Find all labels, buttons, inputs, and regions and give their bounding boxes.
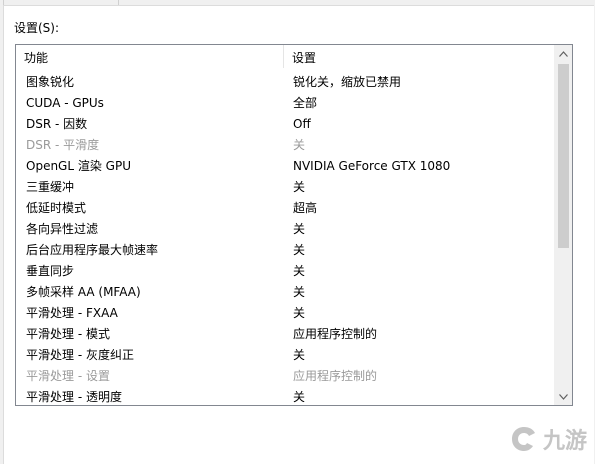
setting-feature: 平滑处理 - FXAA: [26, 306, 118, 320]
setting-value: 关: [293, 264, 306, 278]
scrollbar-thumb[interactable]: [558, 64, 569, 248]
setting-feature: 图象锐化: [26, 75, 75, 89]
settings-list[interactable]: 功能 设置 图象锐化 锐化关，缩放已禁用 CUDA - GPUs 全部 DSR …: [15, 44, 573, 406]
setting-feature: DSR - 因数: [26, 117, 88, 131]
setting-value: 应用程序控制的: [293, 327, 378, 341]
setting-value: 关: [293, 222, 306, 236]
setting-row[interactable]: 平滑处理 - 模式 应用程序控制的: [16, 324, 554, 345]
column-header-setting[interactable]: 设置: [284, 45, 554, 68]
setting-row[interactable]: 三重缓冲 关: [16, 177, 554, 198]
setting-value: 锐化关，缩放已禁用: [293, 75, 402, 89]
setting-feature: 三重缓冲: [26, 180, 75, 194]
setting-value: 关: [293, 348, 306, 362]
setting-feature: 低延时模式: [26, 201, 87, 215]
setting-value: 关: [293, 243, 306, 257]
scroll-up-arrow-icon[interactable]: [555, 45, 572, 62]
setting-feature: DSR - 平滑度: [26, 138, 100, 152]
setting-row[interactable]: 图象锐化 锐化关，缩放已禁用: [16, 72, 554, 93]
setting-value: 关: [293, 390, 306, 404]
setting-feature: OpenGL 渲染 GPU: [26, 159, 131, 173]
jiuyou-logo-icon: [511, 427, 535, 451]
setting-row: DSR - 平滑度 关: [16, 135, 554, 156]
setting-row[interactable]: OpenGL 渲染 GPU NVIDIA GeForce GTX 1080: [16, 156, 554, 177]
setting-row[interactable]: 多帧采样 AA (MFAA) 关: [16, 282, 554, 303]
setting-feature: 后台应用程序最大帧速率: [26, 243, 159, 257]
setting-feature: 平滑处理 - 模式: [26, 327, 110, 341]
watermark: 九游: [509, 423, 587, 455]
setting-feature: 垂直同步: [26, 264, 75, 278]
setting-row[interactable]: 垂直同步 关: [16, 261, 554, 282]
setting-row[interactable]: 平滑处理 - FXAA 关: [16, 303, 554, 324]
setting-value: 关: [293, 306, 306, 320]
setting-value: 全部: [293, 96, 318, 110]
setting-value: 关: [293, 138, 306, 152]
setting-value: 应用程序控制的: [293, 369, 378, 383]
vertical-scrollbar[interactable]: [554, 45, 572, 405]
column-header-feature[interactable]: 功能: [16, 45, 284, 68]
setting-feature: 平滑处理 - 透明度: [26, 390, 122, 404]
scroll-down-arrow-icon[interactable]: [555, 388, 572, 405]
setting-row: 平滑处理 - 设置 应用程序控制的: [16, 366, 554, 387]
settings-rows: 图象锐化 锐化关，缩放已禁用 CUDA - GPUs 全部 DSR - 因数 O…: [16, 72, 554, 405]
setting-row[interactable]: 低延时模式 超高: [16, 198, 554, 219]
setting-value: 超高: [293, 201, 318, 215]
setting-row[interactable]: 平滑处理 - 透明度 关: [16, 387, 554, 405]
setting-row[interactable]: DSR - 因数 Off: [16, 114, 554, 135]
setting-feature: 平滑处理 - 设置: [26, 369, 110, 383]
setting-row[interactable]: CUDA - GPUs 全部: [16, 93, 554, 114]
setting-value: 关: [293, 285, 306, 299]
setting-value: NVIDIA GeForce GTX 1080: [293, 159, 451, 173]
setting-value: 关: [293, 180, 306, 194]
settings-label: 设置(S):: [14, 21, 60, 35]
watermark-text: 九游: [542, 429, 587, 454]
setting-row[interactable]: 平滑处理 - 灰度纠正 关: [16, 345, 554, 366]
list-header: 功能 设置: [16, 45, 554, 69]
setting-value: Off: [293, 117, 311, 131]
setting-feature: 平滑处理 - 灰度纠正: [26, 348, 134, 362]
setting-feature: 多帧采样 AA (MFAA): [26, 285, 141, 299]
setting-row[interactable]: 各向异性过滤 关: [16, 219, 554, 240]
setting-feature: 各向异性过滤: [26, 222, 99, 236]
setting-row[interactable]: 后台应用程序最大帧速率 关: [16, 240, 554, 261]
setting-feature: CUDA - GPUs: [26, 96, 104, 110]
